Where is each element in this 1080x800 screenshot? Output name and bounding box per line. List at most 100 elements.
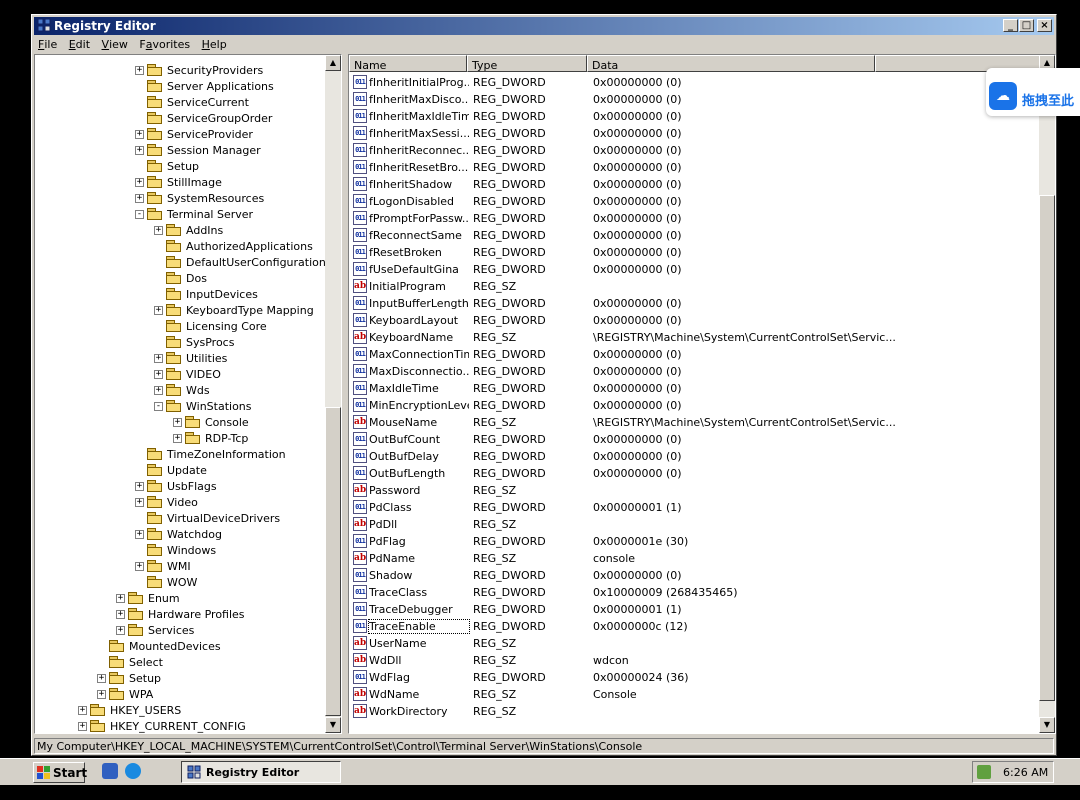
value-row[interactable]: 011 OutBufLength REG_DWORD 0x00000000 (0) (353, 465, 1013, 482)
expand-icon[interactable]: + (173, 434, 182, 443)
value-row[interactable]: 011 MaxIdleTime REG_DWORD 0x00000000 (0) (353, 380, 1013, 397)
tree-node[interactable]: - Terminal Server (35, 206, 325, 222)
tree-node[interactable]: ServiceCurrent (35, 94, 325, 110)
expand-icon[interactable]: + (135, 130, 144, 139)
tree-node[interactable]: Windows (35, 542, 325, 558)
scroll-up-button[interactable]: ▲ (325, 55, 341, 71)
tree-node[interactable]: Server Applications (35, 78, 325, 94)
expand-icon[interactable]: + (135, 562, 144, 571)
tree-node[interactable]: + Utilities (35, 350, 325, 366)
start-button[interactable]: Start (33, 762, 87, 783)
value-row[interactable]: 011 PdFlag REG_DWORD 0x0000001e (30) (353, 533, 1013, 550)
tree-node[interactable]: MountedDevices (35, 638, 325, 654)
value-row[interactable]: 011 fInheritResetBro... REG_DWORD 0x0000000… (353, 159, 1013, 176)
tree-node[interactable]: + WMI (35, 558, 325, 574)
collapse-icon[interactable]: - (135, 210, 144, 219)
tree-scrollbar[interactable]: ▲ ▼ (325, 55, 341, 733)
value-row[interactable]: 011 TraceClass REG_DWORD 0x10000009 (268435… (353, 584, 1013, 601)
expand-icon[interactable]: + (135, 178, 144, 187)
value-row[interactable]: 011 fInheritMaxSessi... REG_DWORD 0x0000000… (353, 125, 1013, 142)
value-row[interactable]: 011 OutBufCount REG_DWORD 0x00000000 (0) (353, 431, 1013, 448)
value-row[interactable]: 011 fLogonDisabled REG_DWORD 0x00000000 (0) (353, 193, 1013, 210)
expand-icon[interactable]: + (135, 66, 144, 75)
value-row[interactable]: 011 PdClass REG_DWORD 0x00000001 (1) (353, 499, 1013, 516)
tree-node[interactable]: InputDevices (35, 286, 325, 302)
tree-node[interactable]: - WinStations (35, 398, 325, 414)
menu-favorites[interactable]: Favorites (135, 36, 194, 51)
expand-icon[interactable]: + (135, 194, 144, 203)
value-row[interactable]: 011 fInheritShadow REG_DWORD 0x00000000 (0) (353, 176, 1013, 193)
value-row[interactable]: 011 WdFlag REG_DWORD 0x00000024 (36) (353, 669, 1013, 686)
column-name[interactable]: Name (349, 55, 467, 72)
registry-tree[interactable]: ▲ ▼ + SecurityProviders Server Application… (34, 54, 342, 734)
menu-view[interactable]: View (98, 36, 132, 51)
value-row[interactable]: 011 fPromptForPassw... REG_DWORD 0x00000000… (353, 210, 1013, 227)
value-row[interactable]: 011 fInheritMaxDisco... REG_DWORD 0x0000000… (353, 91, 1013, 108)
tree-node[interactable]: + AddIns (35, 222, 325, 238)
values-list[interactable]: Name Type Data ▲ ▼ 011 fInheritInitialPro… (348, 54, 1056, 734)
value-row[interactable]: ab PdName REG_SZ console (353, 550, 1013, 567)
collapse-icon[interactable]: - (154, 402, 163, 411)
tree-node[interactable]: + Console (35, 414, 325, 430)
expand-icon[interactable]: + (154, 306, 163, 315)
column-type[interactable]: Type (467, 55, 587, 72)
task-registry-editor[interactable]: Registry Editor (181, 761, 341, 783)
value-row[interactable]: 011 TraceEnable REG_DWORD 0x0000000c (12) (353, 618, 1013, 635)
value-row[interactable]: 011 fInheritMaxIdleTime REG_DWORD 0x0000000… (353, 108, 1013, 125)
value-row[interactable]: 011 KeyboardLayout REG_DWORD 0x00000000 (0) (353, 312, 1013, 329)
tree-node[interactable]: Select (35, 654, 325, 670)
expand-icon[interactable]: + (116, 626, 125, 635)
tree-node[interactable]: VirtualDeviceDrivers (35, 510, 325, 526)
tree-node[interactable]: + ServiceProvider (35, 126, 325, 142)
expand-icon[interactable]: + (116, 594, 125, 603)
expand-icon[interactable]: + (154, 370, 163, 379)
value-row[interactable]: ab Password REG_SZ (353, 482, 1013, 499)
tree-node[interactable]: TimeZoneInformation (35, 446, 325, 462)
expand-icon[interactable]: + (173, 418, 182, 427)
tree-node[interactable]: Update (35, 462, 325, 478)
value-row[interactable]: ab WorkDirectory REG_SZ (353, 703, 1013, 720)
value-row[interactable]: ab UserName REG_SZ (353, 635, 1013, 652)
value-row[interactable]: ab WdDll REG_SZ wdcon (353, 652, 1013, 669)
tree-node[interactable]: + Setup (35, 670, 325, 686)
menu-edit[interactable]: Edit (65, 36, 94, 51)
column-data[interactable]: Data (587, 55, 875, 72)
value-row[interactable]: 011 OutBufDelay REG_DWORD 0x00000000 (0) (353, 448, 1013, 465)
expand-icon[interactable]: + (135, 498, 144, 507)
tree-node[interactable]: + Video (35, 494, 325, 510)
value-row[interactable]: 011 fInheritInitialProg... REG_DWORD 0x0000… (353, 74, 1013, 91)
expand-icon[interactable]: + (135, 146, 144, 155)
value-row[interactable]: 011 fResetBroken REG_DWORD 0x00000000 (0) (353, 244, 1013, 261)
tree-node[interactable]: + Enum (35, 590, 325, 606)
tree-node[interactable]: ServiceGroupOrder (35, 110, 325, 126)
tree-node[interactable]: AuthorizedApplications (35, 238, 325, 254)
value-row[interactable]: ab InitialProgram REG_SZ (353, 278, 1013, 295)
expand-icon[interactable]: + (154, 226, 163, 235)
value-row[interactable]: 011 fUseDefaultGina REG_DWORD 0x00000000 (0… (353, 261, 1013, 278)
internet-explorer-icon[interactable] (125, 763, 141, 779)
tree-node[interactable]: + Wds (35, 382, 325, 398)
expand-icon[interactable]: + (154, 354, 163, 363)
expand-icon[interactable]: + (154, 386, 163, 395)
tree-node[interactable]: + WPA (35, 686, 325, 702)
network-icon[interactable] (977, 765, 991, 779)
value-row[interactable]: 011 MaxDisconnectio... REG_DWORD 0x00000000… (353, 363, 1013, 380)
tree-node[interactable]: + Services (35, 622, 325, 638)
close-button[interactable]: × (1037, 19, 1052, 32)
scroll-thumb[interactable] (1039, 195, 1055, 701)
expand-icon[interactable]: + (78, 722, 87, 731)
value-row[interactable]: ab PdDll REG_SZ (353, 516, 1013, 533)
scroll-down-button[interactable]: ▼ (1039, 717, 1055, 733)
tree-node[interactable]: + RDP-Tcp (35, 430, 325, 446)
tree-node[interactable]: + Session Manager (35, 142, 325, 158)
tree-node[interactable]: DefaultUserConfiguration (35, 254, 326, 270)
drag-drop-widget[interactable]: ☁ 拖拽至此 (986, 68, 1080, 116)
expand-icon[interactable]: + (97, 674, 106, 683)
title-bar[interactable]: Registry Editor _ □ × (34, 17, 1054, 35)
tree-node[interactable]: Dos (35, 270, 325, 286)
tree-node[interactable]: + SystemResources (35, 190, 325, 206)
scroll-down-button[interactable]: ▼ (325, 717, 341, 733)
scroll-thumb[interactable] (325, 407, 341, 716)
menu-file[interactable]: File (34, 36, 61, 51)
tree-node[interactable]: + UsbFlags (35, 478, 325, 494)
